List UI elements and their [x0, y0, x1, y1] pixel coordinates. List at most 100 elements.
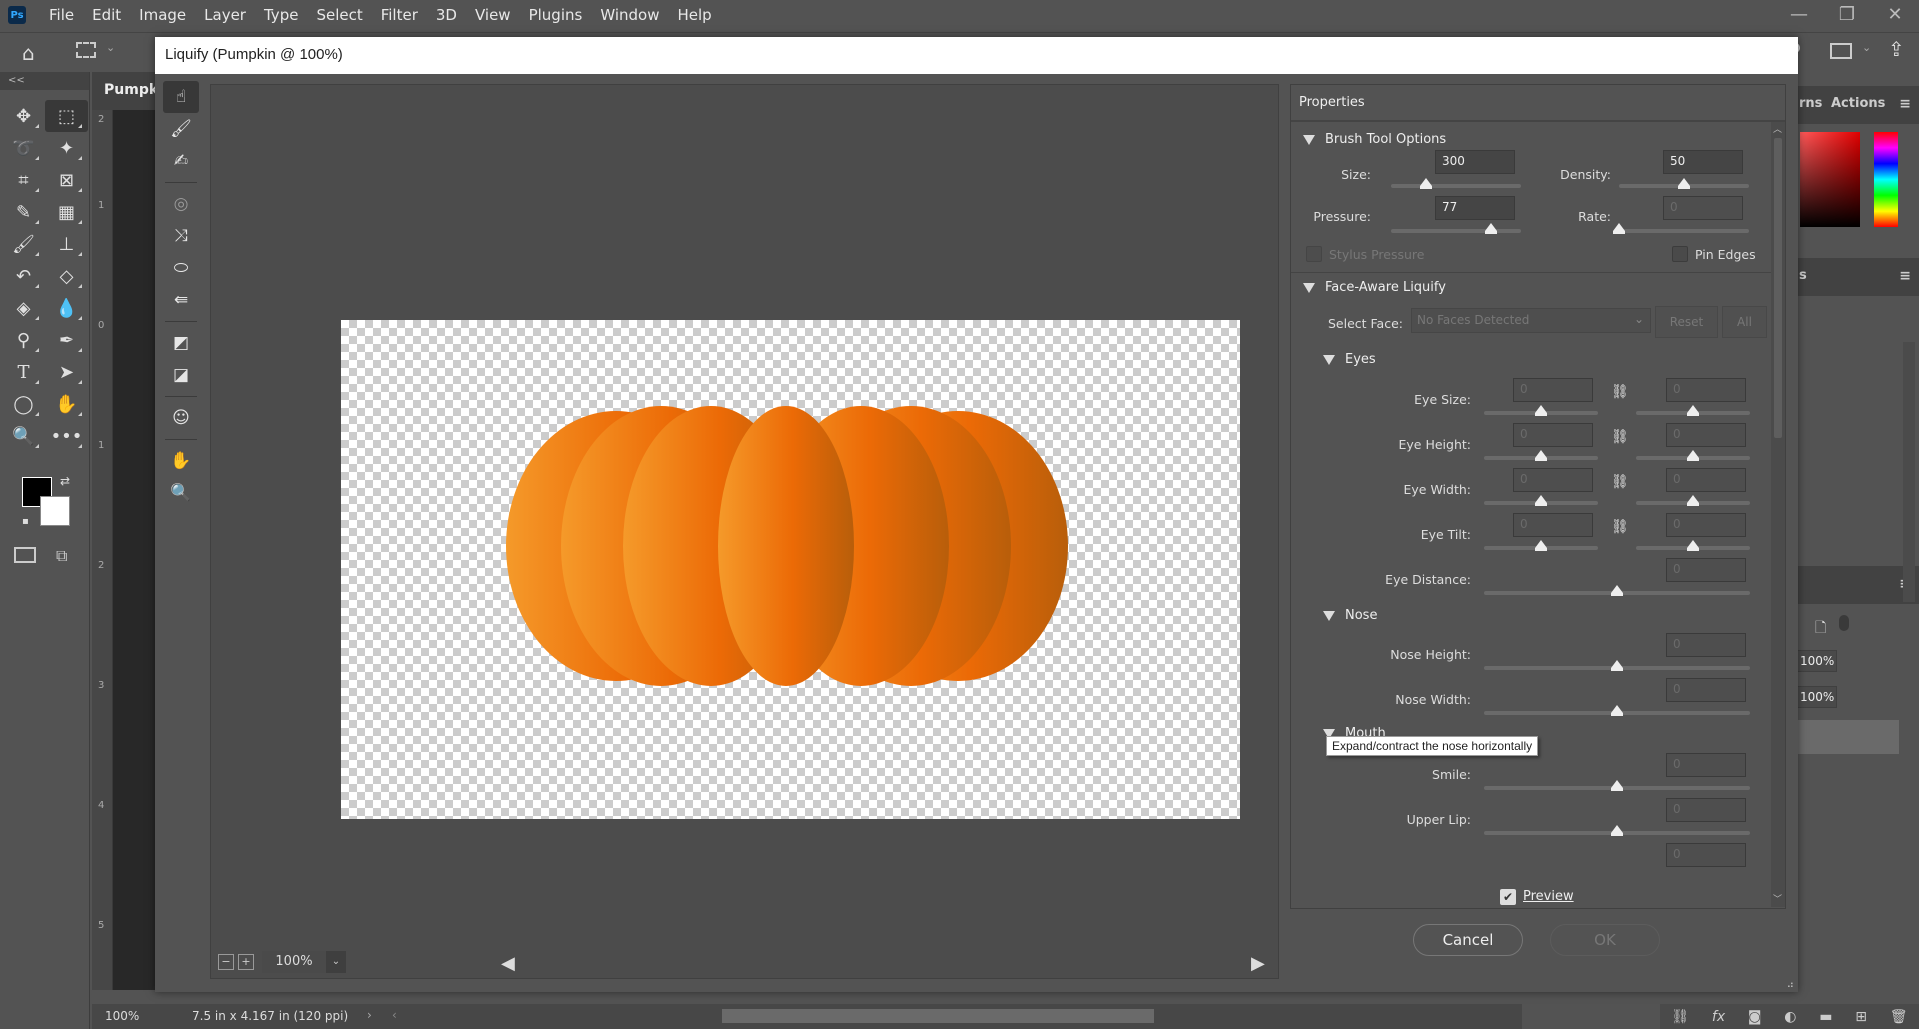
move-tool-icon[interactable]: ✥: [2, 100, 45, 132]
hand-tool-icon[interactable]: ✋: [163, 445, 199, 477]
menu-view[interactable]: View: [466, 0, 520, 30]
workspace-icon[interactable]: [1830, 43, 1852, 59]
smile-field[interactable]: 0: [1666, 753, 1746, 777]
eye-height-right-slider[interactable]: [1636, 450, 1750, 461]
hue-slider[interactable]: [1874, 132, 1898, 227]
resize-grip-icon[interactable]: ⣠: [1787, 977, 1794, 988]
smooth-tool-icon[interactable]: ✍: [163, 145, 199, 177]
zoom-out-button[interactable]: −: [218, 954, 234, 970]
upper-lip-field[interactable]: 0: [1666, 798, 1746, 822]
menu-window[interactable]: Window: [591, 0, 668, 30]
pucker-tool-icon[interactable]: ⤨: [163, 220, 199, 252]
document-tab[interactable]: Pumpkin: [92, 72, 156, 110]
crop-tool-icon[interactable]: ⌗: [2, 164, 45, 196]
slider-thumb[interactable]: [1678, 178, 1690, 189]
slider-thumb[interactable]: [1611, 705, 1623, 716]
clone-stamp-tool-icon[interactable]: ⊥: [45, 228, 88, 260]
hand-tool-icon[interactable]: ✋: [45, 388, 88, 420]
nose-width-slider[interactable]: [1484, 705, 1750, 716]
menu-file[interactable]: File: [40, 0, 83, 30]
eye-distance-field[interactable]: 0: [1666, 558, 1746, 582]
blur-tool-icon[interactable]: 💧: [45, 292, 88, 324]
slider-thumb[interactable]: [1611, 585, 1623, 596]
slider-thumb[interactable]: [1613, 223, 1625, 234]
ok-button[interactable]: OK: [1550, 924, 1660, 956]
link-layers-icon[interactable]: ⛓: [1671, 1009, 1689, 1025]
adjustment-layer-icon[interactable]: ◐: [1784, 1009, 1796, 1025]
lock-icon[interactable]: 🗋: [1815, 617, 1826, 641]
screen-mode-icon[interactable]: ⧉: [56, 546, 67, 566]
background-color-swatch[interactable]: [40, 496, 70, 526]
eye-size-left-slider[interactable]: [1484, 405, 1598, 416]
close-button[interactable]: ✕: [1871, 0, 1919, 28]
slider-thumb[interactable]: [1687, 450, 1699, 461]
preview-canvas[interactable]: [341, 320, 1240, 819]
pin-edges-checkbox[interactable]: [1672, 246, 1688, 262]
eraser-tool-icon[interactable]: ◇: [45, 260, 88, 292]
tab-patterns[interactable]: rns: [1799, 96, 1822, 111]
stylus-pressure-checkbox[interactable]: [1306, 246, 1322, 262]
reset-button[interactable]: Reset: [1655, 306, 1718, 338]
paint-bucket-tool-icon[interactable]: ◈: [2, 292, 45, 324]
eye-width-right-slider[interactable]: [1636, 495, 1750, 506]
eye-height-left-field[interactable]: 0: [1513, 423, 1593, 447]
slider-thumb[interactable]: [1687, 405, 1699, 416]
thaw-mask-tool-icon[interactable]: ◪: [163, 359, 199, 391]
liquify-preview-area[interactable]: ◀ ▶: [210, 84, 1279, 979]
eye-distance-slider[interactable]: [1484, 585, 1750, 596]
nose-width-field[interactable]: 0: [1666, 678, 1746, 702]
eye-tilt-left-field[interactable]: 0: [1513, 513, 1593, 537]
tab-properties[interactable]: s: [1799, 268, 1807, 283]
default-colors-icon[interactable]: ▪: [22, 516, 29, 527]
slider-thumb[interactable]: [1535, 495, 1547, 506]
delete-layer-icon[interactable]: 🗑: [1890, 1009, 1908, 1025]
eyes-header[interactable]: Eyes: [1323, 352, 1376, 367]
color-picker-field[interactable]: [1800, 132, 1860, 227]
rate-slider[interactable]: [1613, 223, 1749, 234]
select-face-dropdown[interactable]: No Faces Detected ⌄: [1411, 308, 1651, 333]
eye-tilt-left-slider[interactable]: [1484, 540, 1598, 551]
freeze-mask-tool-icon[interactable]: ◩: [163, 327, 199, 359]
home-icon[interactable]: ⌂: [22, 41, 35, 65]
history-brush-tool-icon[interactable]: ↶: [2, 260, 45, 292]
new-group-icon[interactable]: ▬: [1819, 1009, 1832, 1025]
eyedropper-tool-icon[interactable]: ✎: [2, 196, 45, 228]
link-icon[interactable]: ⛓: [1611, 519, 1629, 535]
nose-height-slider[interactable]: [1484, 660, 1750, 671]
pressure-field[interactable]: 77: [1435, 196, 1515, 220]
slider-thumb[interactable]: [1611, 660, 1623, 671]
eye-width-right-field[interactable]: 0: [1666, 468, 1746, 492]
properties-scrollbar[interactable]: ︿ ﹀: [1771, 122, 1785, 907]
slider-thumb[interactable]: [1535, 450, 1547, 461]
panel-menu-icon[interactable]: ≡: [1899, 96, 1911, 112]
face-aware-liquify-header[interactable]: Face-Aware Liquify: [1303, 280, 1446, 295]
cancel-button[interactable]: Cancel: [1413, 924, 1523, 956]
upper-lip-slider[interactable]: [1484, 825, 1750, 836]
add-mask-icon[interactable]: ◙: [1748, 1009, 1762, 1025]
menu-image[interactable]: Image: [130, 0, 195, 30]
more-tools-icon[interactable]: •••: [45, 420, 88, 452]
new-layer-icon[interactable]: ⊞: [1855, 1009, 1867, 1025]
slider-thumb[interactable]: [1535, 540, 1547, 551]
status-expand-icon[interactable]: ›: [367, 1008, 372, 1022]
link-icon[interactable]: ⛓: [1611, 429, 1629, 445]
eye-tilt-right-slider[interactable]: [1636, 540, 1750, 551]
size-field[interactable]: 300: [1435, 150, 1515, 174]
pressure-slider[interactable]: [1391, 223, 1521, 234]
slider-thumb[interactable]: [1687, 495, 1699, 506]
path-selection-tool-icon[interactable]: ➤: [45, 356, 88, 388]
menu-edit[interactable]: Edit: [83, 0, 130, 30]
nose-height-field[interactable]: 0: [1666, 633, 1746, 657]
zoom-tool-icon[interactable]: 🔍: [2, 420, 45, 452]
tab-actions[interactable]: Actions: [1831, 96, 1885, 111]
zoom-in-button[interactable]: +: [238, 954, 254, 970]
eye-size-right-field[interactable]: 0: [1666, 378, 1746, 402]
toggle-icon[interactable]: [1839, 615, 1849, 631]
twirl-tool-icon[interactable]: ◎: [163, 188, 199, 220]
zoom-dropdown[interactable]: ⌄: [326, 951, 346, 973]
ellipse-tool-icon[interactable]: ◯: [2, 388, 45, 420]
scrollbar-thumb[interactable]: [1774, 138, 1782, 438]
link-icon[interactable]: ⛓: [1611, 474, 1629, 490]
size-slider[interactable]: [1391, 178, 1521, 189]
eye-width-left-slider[interactable]: [1484, 495, 1598, 506]
